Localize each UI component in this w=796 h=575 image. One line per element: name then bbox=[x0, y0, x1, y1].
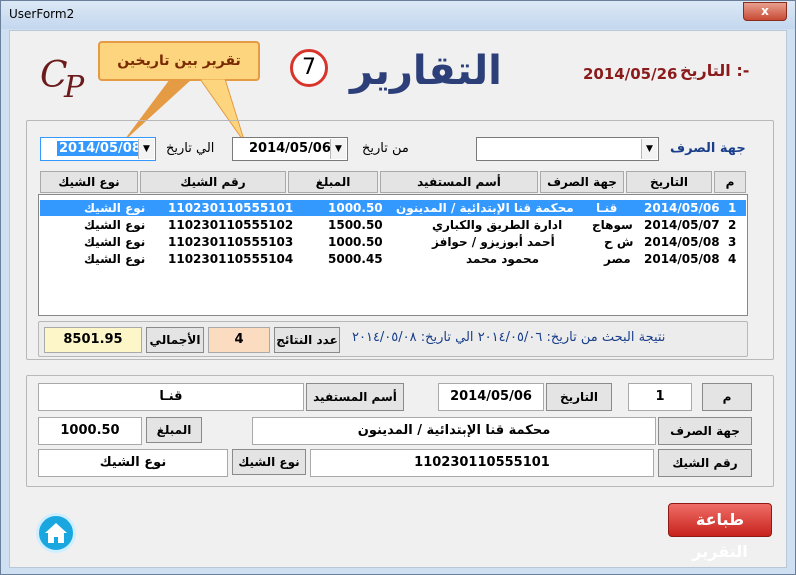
results-listbox[interactable]: 1 2014/05/06 قنـا محكمة قنا الإبتدائية /… bbox=[38, 194, 748, 316]
total-label: الأجمالي bbox=[146, 327, 204, 353]
chevron-down-icon[interactable]: ▼ bbox=[330, 139, 346, 159]
detail-amount-label: المبلغ bbox=[146, 417, 202, 443]
table-row[interactable]: 3 2014/05/08 ش ح أحمد أبوزيزو / حوافز 10… bbox=[40, 234, 746, 250]
col-header-type: نوع الشيك bbox=[40, 171, 138, 193]
close-button[interactable]: x bbox=[743, 2, 787, 21]
print-report-button[interactable]: طباعة التقرير bbox=[668, 503, 772, 561]
to-date-label: الي تاريخ bbox=[166, 141, 215, 156]
form-client: C P تقرير بين تاريخين 7 التقارير التاريخ… bbox=[9, 30, 787, 568]
callout-two-dates: تقرير بين تاريخين bbox=[98, 41, 260, 81]
detail-m-label: م bbox=[702, 383, 752, 411]
report-number-badge: 7 bbox=[290, 49, 328, 87]
detail-beneficiary-field[interactable]: قنـا bbox=[38, 383, 304, 411]
svg-text:P: P bbox=[63, 70, 85, 99]
col-header-beneficiary: أسم المستفيد bbox=[380, 171, 538, 193]
date-label: التاريخ :- bbox=[680, 61, 750, 80]
page-title: التقارير bbox=[350, 48, 502, 94]
detail-dept-label: جهة الصرف bbox=[658, 417, 752, 445]
home-button[interactable] bbox=[36, 513, 76, 553]
from-date-label: من تاريخ bbox=[362, 141, 409, 156]
userform-window: UserForm2 x C P تقرير بين تاريخين 7 التق… bbox=[0, 0, 796, 575]
table-row[interactable]: 1 2014/05/06 قنـا محكمة قنا الإبتدائية /… bbox=[40, 200, 746, 216]
detail-amount-field[interactable]: 1000.50 bbox=[38, 417, 142, 445]
detail-cheque-field[interactable]: 110230110555101 bbox=[310, 449, 654, 477]
result-text: نتيجة البحث من تاريخ: ٢٠١٤/٠٥/٠٦ الي تار… bbox=[352, 330, 666, 345]
title-bar: UserForm2 x bbox=[1, 1, 795, 29]
detail-m-field[interactable]: 1 bbox=[628, 383, 692, 411]
detail-date-label: التاريخ bbox=[546, 383, 612, 411]
chevron-down-icon[interactable]: ▼ bbox=[641, 139, 657, 159]
detail-type-label: نوع الشيك bbox=[232, 449, 306, 475]
chevron-down-icon[interactable]: ▼ bbox=[138, 139, 154, 159]
col-header-dept: جهة الصرف bbox=[540, 171, 624, 193]
col-header-amount: المبلغ bbox=[288, 171, 378, 193]
expense-combo[interactable]: ▼ bbox=[476, 137, 659, 161]
from-date-combo[interactable]: 2014/05/06 ▼ bbox=[232, 137, 348, 161]
col-header-date: التاريخ bbox=[626, 171, 712, 193]
col-header-cheque: رقم الشيك bbox=[140, 171, 286, 193]
expense-label: جهة الصرف bbox=[670, 141, 746, 156]
window-title: UserForm2 bbox=[9, 7, 75, 21]
date-value: 2014/05/26 bbox=[583, 65, 678, 83]
total-value: 8501.95 bbox=[44, 327, 142, 353]
detail-beneficiary-label: أسم المستفيد bbox=[306, 383, 404, 411]
detail-date-field[interactable]: 2014/05/06 bbox=[438, 383, 544, 411]
count-value: 4 bbox=[208, 327, 270, 353]
table-row[interactable]: 4 2014/05/08 مصر محمود محمد 5000.45 1102… bbox=[40, 251, 746, 267]
detail-type-field[interactable]: نوع الشيك bbox=[38, 449, 228, 477]
to-date-combo[interactable]: 2014/05/08 ▼ bbox=[40, 137, 156, 161]
home-icon bbox=[45, 523, 67, 543]
table-row[interactable]: 2 2014/05/07 سوهاج ادارة الطريق والكباري… bbox=[40, 217, 746, 233]
detail-dept-field[interactable]: محكمة قنا الإبتدائية / المدينون bbox=[252, 417, 656, 445]
count-label: عدد النتائج bbox=[274, 327, 340, 353]
col-header-m: م bbox=[714, 171, 746, 193]
logo: C P bbox=[38, 49, 98, 105]
detail-cheque-label: رقم الشيك bbox=[658, 449, 752, 477]
